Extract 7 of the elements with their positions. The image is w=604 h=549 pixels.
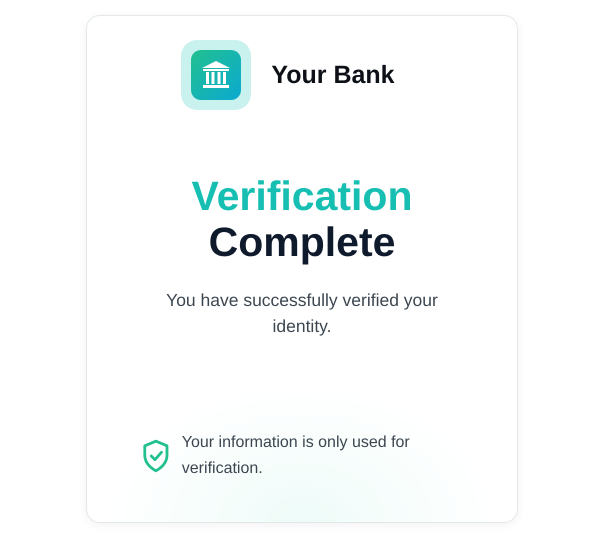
shield-check-icon	[142, 438, 170, 474]
heading-accent: Verification	[191, 173, 412, 219]
heading: Complete	[208, 219, 396, 265]
bank-logo-icon	[181, 40, 252, 110]
success-message: You have successfully verified your identity.	[165, 289, 439, 338]
privacy-notice: Your information is only used for verification.	[182, 433, 411, 479]
bank-name: Your Bank	[271, 60, 395, 90]
